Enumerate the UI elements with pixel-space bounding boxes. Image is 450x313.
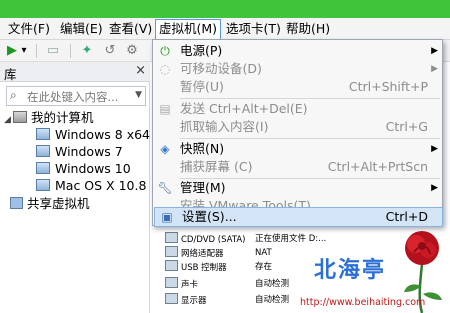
snapshot-icon: ◈ [160,142,170,156]
menu-item-removable-devices[interactable]: ◌ 可移动设备(D) ▶ [153,60,442,78]
toolbar-separator [70,44,71,58]
menu-item-grab-input[interactable]: 抓取输入内容(I) Ctrl+G [153,118,442,136]
title-bar [0,0,450,18]
library-title: 库 [4,67,17,82]
menu-item-label: 发送 Ctrl+Alt+Del(E) [180,101,308,116]
watermark-url: http://www.beihaiting.com [300,297,426,308]
device-value: 正在使用文件 D:... [255,234,327,244]
tree-label: Windows 7 [55,144,123,159]
tree-vm-item[interactable]: Windows 10 [36,160,131,177]
submenu-arrow-icon: ▶ [431,64,438,74]
take-snapshot-icon[interactable]: ✦ [79,42,95,60]
wrench-icon: 🔧︎ [157,181,173,195]
play-dropdown-icon[interactable]: ▾ [19,42,29,60]
tree-label: 我的计算机 [31,110,94,125]
menu-item-pause[interactable]: 暂停(U) Ctrl+Shift+P [153,78,442,96]
tree-label: 共享虚拟机 [27,196,90,211]
device-row[interactable]: 显示器 自动检测 [165,293,289,307]
collapse-icon[interactable]: ◢ [4,112,13,129]
menu-item-shortcut: Ctrl+G [385,119,428,134]
menu-separator [180,98,440,99]
vm-icon [36,179,50,191]
tree-vm-item[interactable]: Windows 8 x64 [36,126,150,143]
device-row[interactable]: 网络适配器 NAT [165,246,272,260]
menu-item-snapshot[interactable]: ◈ 快照(N) ▶ [153,140,442,158]
menu-item-capture-screen[interactable]: 捕获屏幕 (C) Ctrl+Alt+PrtScn [153,158,442,176]
device-row[interactable]: 声卡 自动检测 [165,277,289,291]
menu-item-label: 快照(N) [180,141,225,156]
menu-edit[interactable]: 编辑(E) [57,20,106,38]
device-value: 存在 [255,262,273,272]
play-icon[interactable]: ▶ [4,42,20,60]
close-icon[interactable]: × [135,63,146,78]
menu-item-manage[interactable]: 🔧︎ 管理(M) ▶ [153,179,442,197]
ctrl-alt-del-icon: ▤ [159,102,171,116]
revert-snapshot-icon[interactable]: ↺ [102,42,118,60]
menu-vm[interactable]: 虚拟机(M) [155,19,222,41]
device-name: 显示器 [181,296,207,306]
computer-icon [13,111,27,123]
menu-help[interactable]: 帮助(H) [283,20,333,38]
settings-icon: ▣ [161,210,173,224]
device-name: 声卡 [181,280,199,290]
vm-menu-dropdown: ⏻ 电源(P) ▶ ◌ 可移动设备(D) ▶ 暂停(U) Ctrl+Shift+… [152,39,443,227]
menu-item-label: 管理(M) [180,180,226,195]
menu-item-shortcut: Ctrl+Shift+P [348,79,428,94]
tree-vm-item[interactable]: Mac OS X 10.8 [36,177,146,194]
device-value: NAT [255,248,272,258]
library-search-input[interactable]: ⌕ 在此处键入内容... ▼ [6,86,146,106]
submenu-arrow-icon: ▶ [431,144,438,154]
device-name: CD/DVD (SATA) [181,235,246,245]
menu-item-label: 捕获屏幕 (C) [180,159,253,174]
submenu-arrow-icon: ▶ [431,46,438,56]
menu-item-label: 电源(P) [180,43,223,58]
device-row[interactable]: USB 控制器 存在 [165,260,272,274]
send-keys-icon[interactable]: ▭ [45,42,61,60]
vm-icon [36,128,50,140]
tree-label: Mac OS X 10.8 [55,178,147,193]
tree-label: Windows 8 x64 [55,127,151,142]
menu-item-label: 可移动设备(D) [180,61,262,76]
network-adapter-icon [165,246,178,257]
search-icon: ⌕ [10,88,17,102]
tree-my-computer[interactable]: ◢ 我的计算机 [4,109,94,126]
shared-vms-icon [10,197,23,209]
toolbar-separator [36,44,37,58]
library-panel: 库 × ⌕ 在此处键入内容... ▼ ◢ 我的计算机 Windows 8 x64 … [0,62,150,313]
menu-item-shortcut: Ctrl+Alt+PrtScn [327,159,428,174]
device-value: 自动检测 [255,295,290,305]
device-row[interactable]: CD/DVD (SATA) 正在使用文件 D:... [165,232,326,246]
menu-item-power[interactable]: ⏻ 电源(P) ▶ [153,42,442,60]
cd-dvd-icon [165,232,178,243]
menu-item-label: 抓取输入内容(I) [180,119,269,134]
menu-item-label: 设置(S)... [182,209,237,224]
submenu-arrow-icon: ▶ [431,183,438,193]
vm-icon [36,162,50,174]
chevron-down-icon[interactable]: ▼ [135,90,142,100]
power-icon: ⏻ [160,44,170,58]
removable-device-icon: ◌ [159,62,171,76]
watermark-title: 北海亭 [314,258,387,283]
snapshot-manager-icon[interactable]: ⚙ [124,42,140,60]
device-value: 自动检测 [255,279,290,289]
tree-vm-item[interactable]: Windows 7 [36,143,123,160]
menu-bar: 文件(F) 编辑(E) 查看(V) 虚拟机(M) 选项卡(T) 帮助(H) [0,18,450,41]
library-header: 库 × [0,62,150,82]
menu-separator [180,138,440,139]
usb-controller-icon [165,260,178,271]
tree-label: Windows 10 [55,161,131,176]
menu-item-send-ctrl-alt-del[interactable]: ▤ 发送 Ctrl+Alt+Del(E) [153,100,442,118]
device-name: USB 控制器 [181,263,227,273]
sound-card-icon [165,277,178,288]
display-icon [165,293,178,304]
vm-icon [36,145,50,157]
search-placeholder: 在此处键入内容... [27,90,119,104]
menu-view[interactable]: 查看(V) [106,20,155,38]
menu-item-label: 暂停(U) [180,79,224,94]
menu-file[interactable]: 文件(F) [5,20,53,38]
device-name: 网络适配器 [181,249,224,259]
tree-shared-vms[interactable]: 共享虚拟机 [10,195,90,212]
menu-tabs[interactable]: 选项卡(T) [223,20,284,38]
